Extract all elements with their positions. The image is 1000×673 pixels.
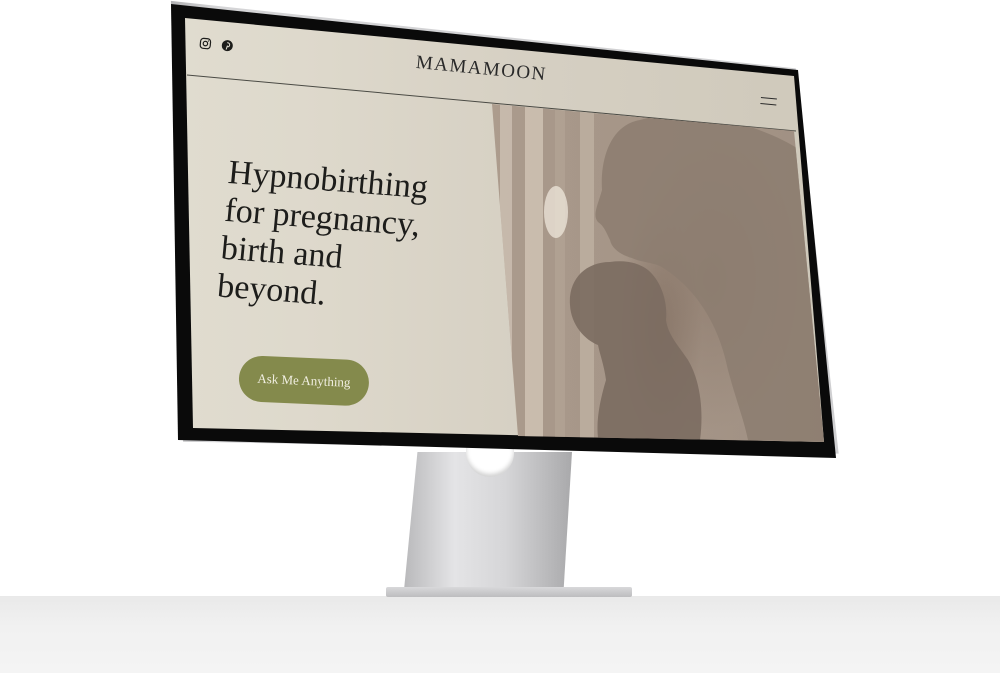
hero-headline: Hypnobirthing for pregnancy, birth and b… [216,154,490,325]
hamburger-menu-icon[interactable] [760,97,777,106]
ask-me-anything-button[interactable]: Ask Me Anything [237,355,370,407]
pinterest-icon[interactable] [221,39,234,52]
menu-line [760,97,777,100]
scene: MAMAMOON Hypnobirthing for pregnancy, bi… [0,0,1000,673]
menu-line [760,102,777,106]
desk-surface [0,596,1000,673]
stand-base [386,587,632,597]
instagram-icon[interactable] [199,37,212,50]
